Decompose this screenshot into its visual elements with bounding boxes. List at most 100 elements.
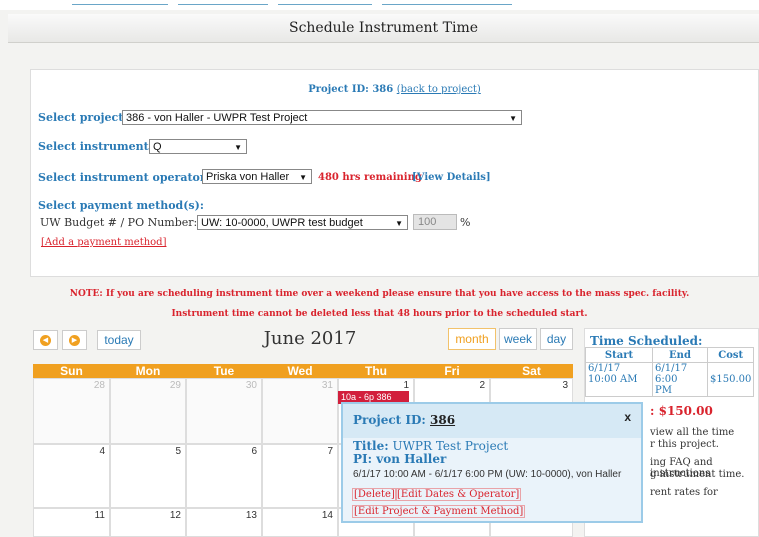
day-cell[interactable]: 5: [110, 444, 186, 508]
select-project-label: Select project:: [38, 111, 128, 124]
start-time: 10:00 AM: [588, 374, 638, 385]
cancel-note: Instrument time cannot be deleted less t…: [171, 309, 588, 319]
cost-cell: $150.00: [706, 362, 755, 397]
end-cell: 6/1/17 6:00 PM: [652, 362, 708, 397]
popup-title-value: UWPR Test Project: [392, 439, 509, 453]
month-title: June 2017: [263, 328, 357, 349]
day-cell[interactable]: 30: [186, 378, 262, 444]
popup-details: 6/1/17 10:00 AM - 6/1/17 6:00 PM (UW: 10…: [353, 469, 622, 480]
project-id-label: Project ID: 386: [308, 84, 394, 95]
weekend-note: NOTE: If you are scheduling instrument t…: [69, 289, 690, 299]
popup-title-label: Title:: [353, 439, 389, 453]
table-row: 6/1/17 10:00 AM 6/1/17 6:00 PM $150.00: [585, 362, 755, 397]
day-number: 7: [327, 446, 333, 457]
week-view-button[interactable]: week: [499, 328, 537, 350]
percent-sign: %: [460, 216, 471, 229]
instrument-select[interactable]: Q ▼: [149, 139, 247, 154]
day-cell[interactable]: 28: [33, 378, 110, 444]
day-header-wed: Wed: [262, 364, 338, 378]
chevron-down-icon: ▼: [299, 173, 307, 182]
edit-project-link[interactable]: [Edit Project & Payment Method]: [352, 505, 526, 518]
budget-select[interactable]: UW: 10-0000, UWPR test budget ▼: [197, 215, 408, 230]
day-cell[interactable]: 6: [186, 444, 262, 508]
day-header-sat: Sat: [490, 364, 573, 378]
day-cell[interactable]: 7: [262, 444, 338, 508]
column-header-cost: Cost: [706, 347, 755, 363]
day-number: 12: [169, 510, 181, 521]
day-cell[interactable]: 31: [262, 378, 338, 444]
day-cell[interactable]: 11: [33, 508, 110, 537]
budget-label: UW Budget # / PO Number:: [40, 216, 198, 229]
day-header-sun: Sun: [33, 364, 110, 378]
top-nav-link[interactable]: [178, 4, 268, 5]
project-select[interactable]: 386 - von Haller - UWPR Test Project ▼: [122, 110, 522, 125]
day-number: 14: [321, 510, 333, 521]
day-number: 1: [403, 380, 409, 391]
chevron-right-icon: ▶: [69, 335, 80, 346]
add-payment-method-link[interactable]: [Add a payment method]: [41, 237, 166, 248]
start-cell: 6/1/17 10:00 AM: [585, 362, 653, 397]
delete-link[interactable]: [Delete]: [352, 488, 397, 501]
chevron-down-icon: ▼: [509, 114, 517, 123]
popup-project-link[interactable]: 386: [430, 413, 455, 427]
start-date: 6/1/17: [588, 363, 621, 374]
end-time: PM: [655, 385, 672, 396]
edit-dates-link[interactable]: [Edit Dates & Operator]: [395, 488, 522, 501]
end-date: 6/1/17 6:00: [655, 363, 688, 385]
page-title: Schedule Instrument Time: [8, 14, 759, 43]
day-number: 2: [479, 380, 485, 391]
day-number: 6: [251, 446, 257, 457]
close-icon[interactable]: x: [624, 410, 631, 424]
day-cell[interactable]: 12: [110, 508, 186, 537]
schedule-text-line: rent rates for: [650, 487, 718, 498]
operator-select[interactable]: Priska von Haller ▼: [202, 169, 312, 184]
total-cost: : $150.00: [650, 404, 713, 418]
payment-method-label: Select payment method(s):: [38, 199, 204, 212]
project-select-value: 386 - von Haller - UWPR Test Project: [126, 112, 308, 124]
popup-project-prefix: Project ID:: [353, 413, 426, 427]
popup-title: Title: UWPR Test Project: [353, 439, 508, 453]
event-popup: Project ID: 386 x Title: UWPR Test Proje…: [341, 402, 643, 523]
budget-select-value: UW: 10-0000, UWPR test budget: [201, 217, 363, 229]
column-header-end: End: [652, 347, 708, 363]
day-number: 11: [94, 510, 105, 521]
day-cell[interactable]: 13: [186, 508, 262, 537]
instrument-select-value: Q: [153, 141, 162, 153]
back-to-project-link[interactable]: (back to project): [397, 84, 481, 95]
top-nav-link[interactable]: [278, 4, 372, 5]
day-header-mon: Mon: [110, 364, 186, 378]
day-cell[interactable]: 29: [110, 378, 186, 444]
top-nav-link[interactable]: [72, 4, 168, 5]
schedule-text-line: r this project.: [650, 439, 719, 450]
next-month-button[interactable]: ▶: [62, 330, 87, 350]
popup-pi: PI: von Haller: [353, 452, 447, 466]
day-view-button[interactable]: day: [540, 328, 573, 350]
top-nav-strip: [0, 0, 759, 10]
day-number: 4: [99, 446, 105, 457]
percent-input[interactable]: 100: [413, 214, 457, 230]
operator-select-value: Priska von Haller: [206, 171, 290, 183]
day-cell[interactable]: 14: [262, 508, 338, 537]
day-cell[interactable]: 4: [33, 444, 110, 508]
day-number: 3: [562, 380, 568, 391]
day-number: 29: [169, 380, 181, 391]
schedule-table: Start End Cost 6/1/17 10:00 AM 6/1/17 6:0…: [585, 347, 755, 397]
today-button[interactable]: today: [97, 330, 141, 350]
day-header-thu: Thu: [338, 364, 414, 378]
view-details-link[interactable]: [View Details]: [412, 172, 491, 183]
schedule-text-line: view all the time: [650, 427, 735, 438]
day-number: 5: [175, 446, 181, 457]
prev-month-button[interactable]: ◀: [33, 330, 58, 350]
select-operator-label: Select instrument operator:: [38, 171, 210, 184]
column-header-start: Start: [585, 347, 653, 363]
chevron-down-icon: ▼: [234, 143, 242, 152]
day-number: 28: [93, 380, 105, 391]
day-header-tue: Tue: [186, 364, 262, 378]
top-nav-link[interactable]: [382, 4, 512, 5]
popup-project-id: Project ID: 386: [353, 413, 455, 427]
project-id-line: Project ID: 386 (back to project): [31, 84, 758, 95]
day-header-fri: Fri: [414, 364, 490, 378]
day-number: 13: [245, 510, 257, 521]
month-view-button[interactable]: month: [448, 328, 496, 350]
chevron-left-icon: ◀: [40, 335, 51, 346]
